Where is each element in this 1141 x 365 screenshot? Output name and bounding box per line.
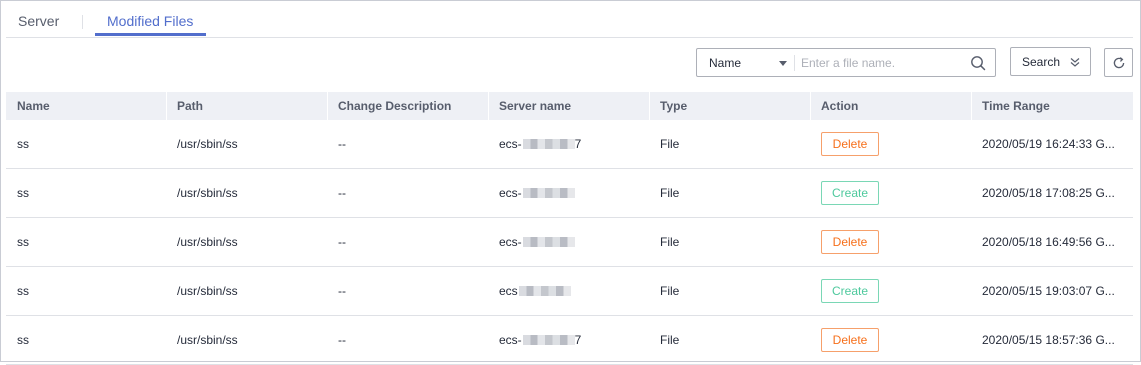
table-row: ss /usr/sbin/ss -- ecs- 7 File Delete 202… (6, 316, 1133, 365)
tab-server[interactable]: Server (18, 12, 59, 30)
cell-path: /usr/sbin/ss (177, 284, 238, 298)
redacted-server-name (522, 335, 575, 345)
redacted-server-name (522, 188, 575, 198)
active-tab-indicator (95, 33, 206, 36)
cell-time-range: 2020/05/18 16:49:56 G... (982, 235, 1115, 249)
filter-field-select[interactable]: Name (697, 49, 795, 76)
redacted-server-name (518, 286, 571, 296)
cell-name: ss (17, 284, 29, 298)
column-header-action: Action (821, 99, 859, 113)
column-divider (810, 92, 811, 120)
cell-change-description: -- (338, 137, 346, 151)
refresh-button[interactable] (1104, 48, 1133, 77)
action-create-button[interactable]: Create (821, 181, 879, 205)
cell-type: File (660, 137, 680, 151)
table-header: Name Path Change Description Server name… (6, 92, 1133, 120)
cell-server-name: ecs- 7 (499, 316, 581, 364)
cell-change-description: -- (338, 186, 346, 200)
cell-type: File (660, 284, 680, 298)
column-divider (488, 92, 489, 120)
server-name-prefix: ecs (499, 284, 518, 298)
modified-files-table: Name Path Change Description Server name… (6, 92, 1133, 365)
cell-change-description: -- (338, 235, 346, 249)
cell-server-name: ecs (499, 267, 571, 315)
search-icon[interactable] (970, 55, 986, 71)
search-button[interactable]: Search (1010, 47, 1091, 76)
cell-path: /usr/sbin/ss (177, 333, 238, 347)
column-header-server-name: Server name (499, 99, 572, 113)
cell-server-name: ecs- (499, 218, 575, 266)
cell-name: ss (17, 186, 29, 200)
column-divider (327, 92, 328, 120)
cell-time-range: 2020/05/18 17:08:25 G... (982, 186, 1115, 200)
cell-path: /usr/sbin/ss (177, 235, 238, 249)
cell-time-range: 2020/05/15 18:57:36 G... (982, 333, 1115, 347)
search-button-label: Search (1022, 55, 1061, 69)
cell-path: /usr/sbin/ss (177, 186, 238, 200)
server-name-suffix: 7 (574, 137, 582, 151)
server-name-prefix: ecs- (499, 235, 522, 249)
modified-files-panel: Server Modified Files Name Search Name (0, 0, 1141, 365)
cell-type: File (660, 186, 680, 200)
refresh-icon (1113, 57, 1125, 69)
cell-server-name: ecs- (499, 169, 575, 217)
table-row: ss /usr/sbin/ss -- ecs- File Create 2020… (6, 169, 1133, 218)
server-name-prefix: ecs- (499, 333, 522, 347)
cell-time-range: 2020/05/15 19:03:07 G... (982, 284, 1115, 298)
column-divider (166, 92, 167, 120)
action-delete-button[interactable]: Delete (821, 328, 879, 352)
cell-change-description: -- (338, 284, 346, 298)
action-delete-button[interactable]: Delete (821, 230, 879, 254)
column-header-change-description: Change Description (338, 99, 452, 113)
cell-name: ss (17, 137, 29, 151)
tab-modified-files[interactable]: Modified Files (107, 12, 193, 30)
server-name-prefix: ecs- (499, 186, 522, 200)
cell-type: File (660, 333, 680, 347)
file-name-input[interactable] (801, 52, 961, 73)
column-divider (971, 92, 972, 120)
file-filter: Name (696, 48, 996, 77)
table-row: ss /usr/sbin/ss -- ecs- File Delete 2020… (6, 218, 1133, 267)
cell-change-description: -- (338, 333, 346, 347)
cell-time-range: 2020/05/19 16:24:33 G... (982, 137, 1115, 151)
column-divider (649, 92, 650, 120)
column-header-path: Path (177, 99, 204, 113)
action-create-button[interactable]: Create (821, 279, 879, 303)
column-header-time-range: Time Range (982, 99, 1050, 113)
cell-type: File (660, 235, 680, 249)
cell-server-name: ecs- 7 (499, 120, 581, 168)
table-row: ss /usr/sbin/ss -- ecs- 7 File Delete 202… (6, 120, 1133, 169)
filter-field-value: Name (709, 56, 742, 70)
column-header-name: Name (17, 99, 50, 113)
cell-path: /usr/sbin/ss (177, 137, 238, 151)
tab-bar: Server Modified Files (6, 1, 1133, 38)
table-row: ss /usr/sbin/ss -- ecs File Create 2020/… (6, 267, 1133, 316)
column-header-type: Type (660, 99, 688, 113)
server-name-prefix: ecs- (499, 137, 522, 151)
redacted-server-name (522, 139, 575, 149)
caret-down-icon (779, 61, 787, 66)
filter-divider (794, 55, 795, 71)
double-chevron-down-icon (1070, 58, 1080, 67)
cell-name: ss (17, 333, 29, 347)
action-delete-button[interactable]: Delete (821, 132, 879, 156)
server-name-suffix: 7 (574, 333, 582, 347)
cell-name: ss (17, 235, 29, 249)
tab-divider (82, 15, 83, 29)
redacted-server-name (522, 237, 575, 247)
